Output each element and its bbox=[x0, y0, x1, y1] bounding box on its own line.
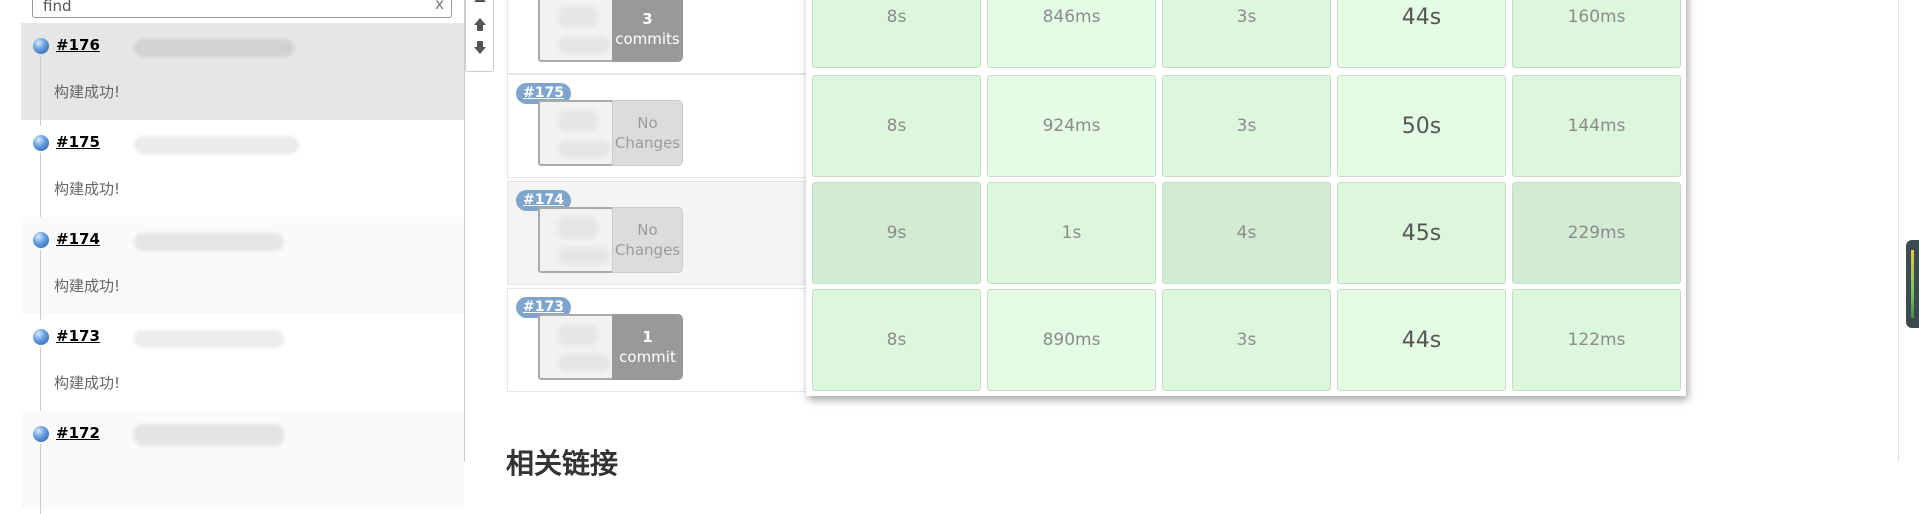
build-status: 构建成功! bbox=[54, 83, 121, 101]
status-ball-icon bbox=[33, 329, 49, 345]
redacted-text bbox=[134, 330, 284, 348]
filter-box[interactable]: x bbox=[32, 0, 452, 18]
stage-cell[interactable]: 3s bbox=[1162, 75, 1331, 177]
changes-label: commit bbox=[619, 348, 676, 366]
changes-box[interactable]: No Changes bbox=[612, 100, 683, 166]
history-scroll-controls bbox=[465, 0, 494, 72]
stage-cell[interactable]: 144ms bbox=[1512, 75, 1681, 177]
redacted-text bbox=[134, 233, 284, 251]
stage-cell[interactable]: 8s bbox=[812, 0, 981, 68]
stage-cell[interactable]: 44s bbox=[1337, 289, 1506, 391]
changes-label: Changes bbox=[614, 241, 681, 259]
filter-input[interactable] bbox=[33, 0, 423, 17]
redacted-text bbox=[134, 136, 299, 154]
divider bbox=[40, 56, 41, 126]
changes-box[interactable]: No Changes bbox=[612, 207, 683, 273]
build-link[interactable]: #174 bbox=[56, 230, 100, 248]
stage-cell[interactable]: 160ms bbox=[1512, 0, 1681, 68]
redacted-text bbox=[134, 39, 294, 57]
divider bbox=[40, 347, 41, 417]
redacted-text bbox=[134, 424, 284, 446]
divider bbox=[40, 250, 41, 320]
build-row-173[interactable]: #173 构建成功! bbox=[21, 314, 464, 417]
stage-build-row: #175 No Changes bbox=[507, 74, 807, 178]
stage-cell[interactable]: 924ms bbox=[987, 75, 1156, 177]
stage-cell[interactable]: 8s bbox=[812, 75, 981, 177]
build-status: 构建成功! bbox=[54, 277, 121, 295]
build-row-176[interactable]: #176 构建成功! bbox=[21, 23, 464, 126]
changes-count: No bbox=[637, 221, 658, 239]
build-row-172[interactable]: #172 bbox=[21, 411, 464, 514]
stage-cell[interactable]: 50s bbox=[1337, 75, 1506, 177]
build-link[interactable]: #176 bbox=[56, 36, 100, 54]
stage-cell[interactable]: 45s bbox=[1337, 182, 1506, 284]
stage-cell[interactable]: 229ms bbox=[1512, 182, 1681, 284]
build-history-panel: x #176 构建成功! #175 构建成功! #174 构建成功! #173 … bbox=[21, 0, 465, 514]
stage-cell[interactable]: 1s bbox=[987, 182, 1156, 284]
build-row-175[interactable]: #175 构建成功! bbox=[21, 120, 464, 223]
status-ball-icon bbox=[33, 135, 49, 151]
status-ball-icon bbox=[33, 426, 49, 442]
author-avatar bbox=[538, 0, 614, 62]
stage-cell[interactable]: 9s bbox=[812, 182, 981, 284]
page-scrollbar[interactable] bbox=[1898, 0, 1899, 462]
level-meter-icon bbox=[1911, 250, 1914, 318]
arrow-up-icon[interactable] bbox=[474, 0, 486, 2]
stage-cell[interactable]: 8s bbox=[812, 289, 981, 391]
build-link[interactable]: #172 bbox=[56, 424, 100, 442]
stage-cell[interactable]: 846ms bbox=[987, 0, 1156, 68]
stage-duration-grid: 8s 846ms 3s 44s 160ms 8s 924ms 3s 50s 14… bbox=[806, 0, 1686, 396]
changes-count: 1 bbox=[642, 328, 653, 346]
stage-cell[interactable]: 4s bbox=[1162, 182, 1331, 284]
section-heading: 相关链接 bbox=[506, 447, 619, 480]
changes-label: commits bbox=[615, 30, 680, 48]
build-status: 构建成功! bbox=[54, 180, 121, 198]
stage-cell[interactable]: 122ms bbox=[1512, 289, 1681, 391]
divider bbox=[40, 444, 41, 514]
changes-box[interactable]: 3 commits bbox=[612, 0, 683, 62]
changes-count: No bbox=[637, 114, 658, 132]
arrow-down-icon[interactable] bbox=[474, 47, 486, 54]
stage-cell[interactable]: 3s bbox=[1162, 0, 1331, 68]
changes-label: Changes bbox=[614, 134, 681, 152]
arrow-up-stem bbox=[477, 25, 483, 31]
stage-build-row: 3 commits bbox=[507, 0, 807, 74]
changes-count: 3 bbox=[642, 10, 653, 28]
build-status: 构建成功! bbox=[54, 374, 121, 392]
build-row-174[interactable]: #174 构建成功! bbox=[21, 217, 464, 320]
arrow-up-icon[interactable] bbox=[474, 18, 486, 25]
build-link[interactable]: #173 bbox=[56, 327, 100, 345]
side-widget[interactable] bbox=[1906, 240, 1919, 328]
clear-filter-button[interactable]: x bbox=[435, 0, 444, 13]
stage-build-row: #174 No Changes bbox=[507, 181, 807, 285]
status-ball-icon bbox=[33, 232, 49, 248]
author-avatar bbox=[538, 207, 614, 273]
divider bbox=[40, 153, 41, 223]
author-avatar bbox=[538, 100, 614, 166]
stage-cell[interactable]: 44s bbox=[1337, 0, 1506, 68]
status-ball-icon bbox=[33, 38, 49, 54]
build-link[interactable]: #175 bbox=[56, 133, 100, 151]
stage-cell[interactable]: 890ms bbox=[987, 289, 1156, 391]
changes-box[interactable]: 1 commit bbox=[612, 314, 683, 380]
author-avatar bbox=[538, 314, 614, 380]
stage-cell[interactable]: 3s bbox=[1162, 289, 1331, 391]
stage-build-row: #173 1 commit bbox=[507, 288, 807, 392]
